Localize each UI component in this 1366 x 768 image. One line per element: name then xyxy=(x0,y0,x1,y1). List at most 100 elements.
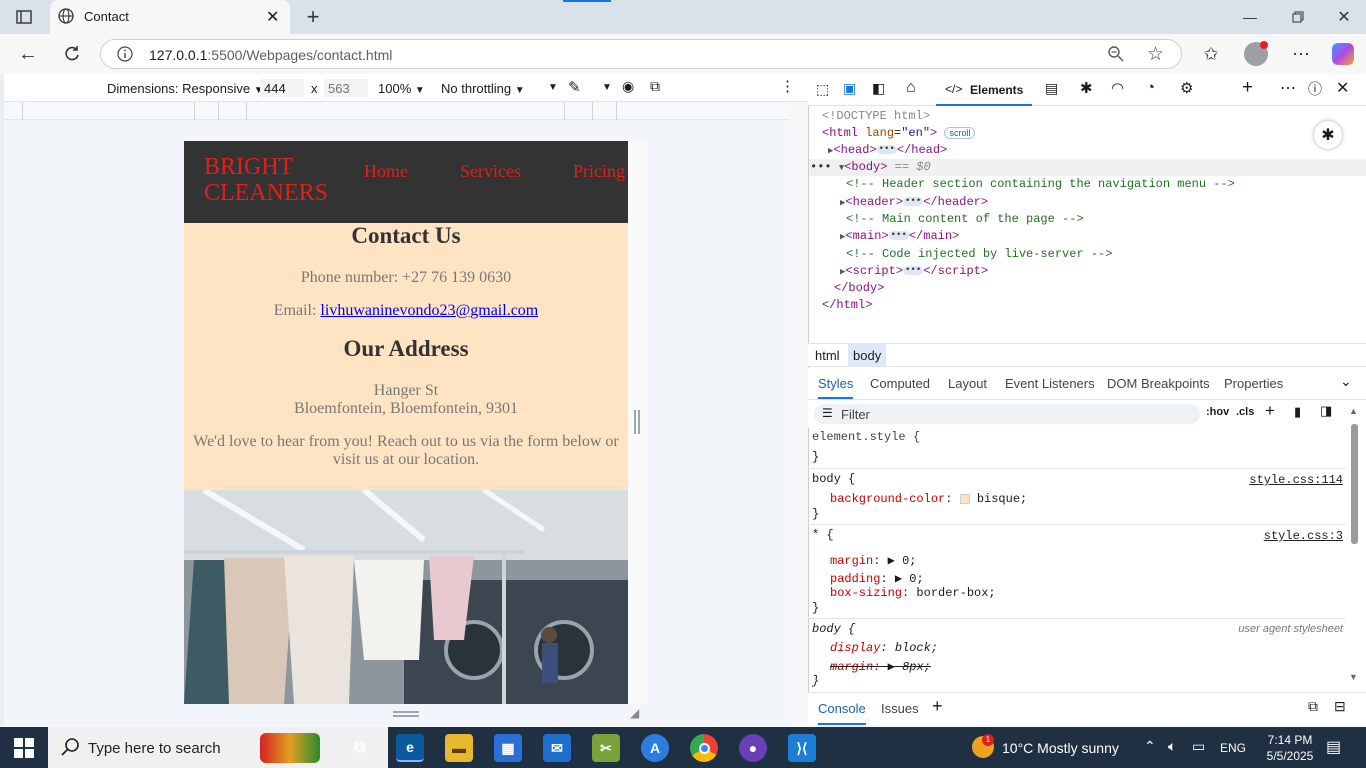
width-input[interactable]: 444 xyxy=(260,79,304,97)
selector-body[interactable]: body { xyxy=(812,472,855,486)
sidebar-toggle-icon[interactable] xyxy=(10,6,38,28)
new-rule-icon[interactable]: + xyxy=(1265,401,1275,421)
main-node[interactable]: ▶<main> ••• </main> xyxy=(840,229,959,243)
head-node[interactable]: ▶<head> ••• </head> xyxy=(828,143,947,157)
selector-star[interactable]: * { xyxy=(812,528,834,542)
clock[interactable]: 7:14 PM 5/5/2025 xyxy=(1262,732,1318,764)
inspect-icon[interactable]: ⬚ xyxy=(816,81,829,98)
tab-styles[interactable]: Styles xyxy=(818,376,854,399)
selector-element-style[interactable]: element.style { xyxy=(812,430,920,444)
decl-margin-overridden[interactable]: margin: ▶ 8px; xyxy=(830,659,931,674)
sidebar-pane-icon[interactable]: ◨ xyxy=(1320,403,1332,419)
favorite-star-icon[interactable]: ☆ xyxy=(1147,43,1164,66)
settings-gear-icon[interactable]: ⚙ xyxy=(1180,79,1193,97)
color-swatch[interactable] xyxy=(959,493,970,504)
notification-center-icon[interactable]: ▤ xyxy=(1326,737,1341,757)
body-node[interactable]: ••• ▼<body> == $0 xyxy=(810,160,931,174)
tab-layout[interactable]: Layout xyxy=(948,376,987,391)
filter-input[interactable]: ☰ Filter xyxy=(814,404,1200,424)
close-devtools-icon[interactable]: ✕ xyxy=(1336,78,1349,98)
scroll-down-icon[interactable]: ▼ xyxy=(1349,672,1358,682)
site-logo[interactable]: BRIGHT CLEANERS xyxy=(204,154,328,206)
info-icon[interactable] xyxy=(117,46,133,65)
language-indicator[interactable]: ENG xyxy=(1220,741,1246,755)
selector-body-ua[interactable]: body { xyxy=(812,622,855,636)
color-picker-icon[interactable]: ✎ xyxy=(568,78,581,96)
home-icon[interactable]: ⌂ xyxy=(906,79,916,97)
tab-contact[interactable]: Contact ✕ xyxy=(50,0,290,34)
zoom-search-icon[interactable] xyxy=(1107,45,1125,66)
edge-icon[interactable]: e xyxy=(396,734,424,762)
expand-icon[interactable]: ▶ xyxy=(888,554,895,568)
windows-start-icon[interactable] xyxy=(14,738,34,761)
favorites-icon[interactable]: ✩ xyxy=(1198,42,1224,66)
weather-sun-icon[interactable]: 1 xyxy=(972,734,994,758)
task-view-icon[interactable]: ⧉ xyxy=(346,734,374,762)
cls-toggle[interactable]: .cls xyxy=(1236,406,1254,418)
restore-icon[interactable] xyxy=(1284,6,1312,28)
accessibility-icon[interactable]: ✱ xyxy=(1314,121,1342,149)
eye-icon[interactable]: ◉ xyxy=(622,78,634,95)
more-menu-icon[interactable]: ⋯ xyxy=(1288,42,1314,66)
close-tab-icon[interactable]: ✕ xyxy=(266,7,279,27)
network-icon[interactable]: ▭ xyxy=(1192,738,1205,755)
hov-toggle[interactable]: :hov xyxy=(1206,406,1229,418)
source-style-3[interactable]: style.css:3 xyxy=(1264,529,1343,543)
zoom-select[interactable]: 100% ▼ xyxy=(378,81,425,96)
device-emulation-icon[interactable]: ▣ xyxy=(843,80,856,97)
source-style-114[interactable]: style.css:114 xyxy=(1249,473,1343,487)
header-node[interactable]: ▶<header> ••• </header> xyxy=(840,195,988,209)
add-drawer-tab-icon[interactable]: + xyxy=(932,696,943,717)
chevron-down-icon[interactable]: ⌄ xyxy=(1340,373,1352,390)
expand-icon[interactable]: ▶ xyxy=(895,572,902,586)
throttling-select[interactable]: No throttling ▼ xyxy=(441,81,525,96)
media-query-ruler[interactable] xyxy=(4,102,790,120)
decl-padding[interactable]: padding: ▶ 0; xyxy=(830,571,924,586)
dock-icon[interactable]: ◧ xyxy=(872,80,885,97)
mail-icon[interactable]: ✉ xyxy=(543,734,571,762)
back-icon[interactable]: ← xyxy=(14,42,42,66)
doctype-node[interactable]: <!DOCTYPE html> xyxy=(822,109,930,123)
decl-box-sizing[interactable]: box-sizing: border-box; xyxy=(830,586,996,600)
styles-scrollbar[interactable]: ▲ ▼ xyxy=(1349,406,1359,686)
copilot-icon[interactable] xyxy=(1332,43,1354,65)
tab-computed[interactable]: Computed xyxy=(870,376,930,391)
github-desktop-icon[interactable]: ● xyxy=(739,734,767,762)
console-icon[interactable]: ▤ xyxy=(1045,80,1058,97)
script-node[interactable]: ▶<script> ••• </script> xyxy=(840,264,988,278)
height-input[interactable]: 563 xyxy=(324,79,368,97)
paint-icon[interactable]: ▮ xyxy=(1294,404,1301,420)
expand-icon[interactable]: ▶ xyxy=(888,660,895,674)
decl-margin[interactable]: margin: ▶ 0; xyxy=(830,553,916,568)
store-icon[interactable]: ▦ xyxy=(494,734,522,762)
minimize-icon[interactable]: — xyxy=(1236,6,1264,28)
decl-display[interactable]: display: block; xyxy=(830,641,938,655)
vision-dropdown-icon[interactable]: ▼ xyxy=(602,82,612,93)
tab-issues[interactable]: Issues xyxy=(881,701,919,716)
url-bar[interactable]: 127.0.0.1:5500/Webpages/contact.html ☆ xyxy=(100,39,1182,69)
resize-corner-icon[interactable]: ◢ xyxy=(630,706,639,720)
close-window-icon[interactable]: ✕ xyxy=(1330,6,1358,28)
help-icon[interactable]: ⓘ xyxy=(1308,79,1322,99)
breadcrumb-html[interactable]: html xyxy=(815,348,840,363)
speaker-icon[interactable]: 🔈︎ xyxy=(1168,738,1176,755)
file-explorer-icon[interactable]: ▬ xyxy=(445,734,473,762)
html-close-node[interactable]: </html> xyxy=(822,298,872,312)
nav-home[interactable]: Home xyxy=(364,161,408,182)
network-wifi-icon[interactable]: ◠ xyxy=(1111,79,1124,97)
search-highlight-icon[interactable] xyxy=(260,733,320,763)
resize-handle-right[interactable] xyxy=(634,410,640,434)
weather-text[interactable]: 10°C Mostly sunny xyxy=(1002,740,1119,756)
breadcrumb-body[interactable]: body xyxy=(848,344,887,366)
html-node[interactable]: <html lang="en"> scroll xyxy=(822,126,976,140)
resize-handle-bottom[interactable] xyxy=(393,711,419,717)
comment-header[interactable]: <!-- Header section containing the navig… xyxy=(846,177,1235,191)
comment-main[interactable]: <!-- Main content of the page --> xyxy=(846,212,1084,226)
rotate-icon[interactable]: ⧉ xyxy=(650,78,660,95)
save-data-dropdown-icon[interactable]: ▼ xyxy=(548,82,558,93)
comment-live-server[interactable]: <!-- Code injected by live-server --> xyxy=(846,247,1112,261)
scroll-thumb[interactable] xyxy=(1351,424,1358,544)
tab-event-listeners[interactable]: Event Listeners xyxy=(1005,376,1095,391)
scroll-up-icon[interactable]: ▲ xyxy=(1349,406,1358,416)
app-a-icon[interactable]: A xyxy=(641,734,669,762)
